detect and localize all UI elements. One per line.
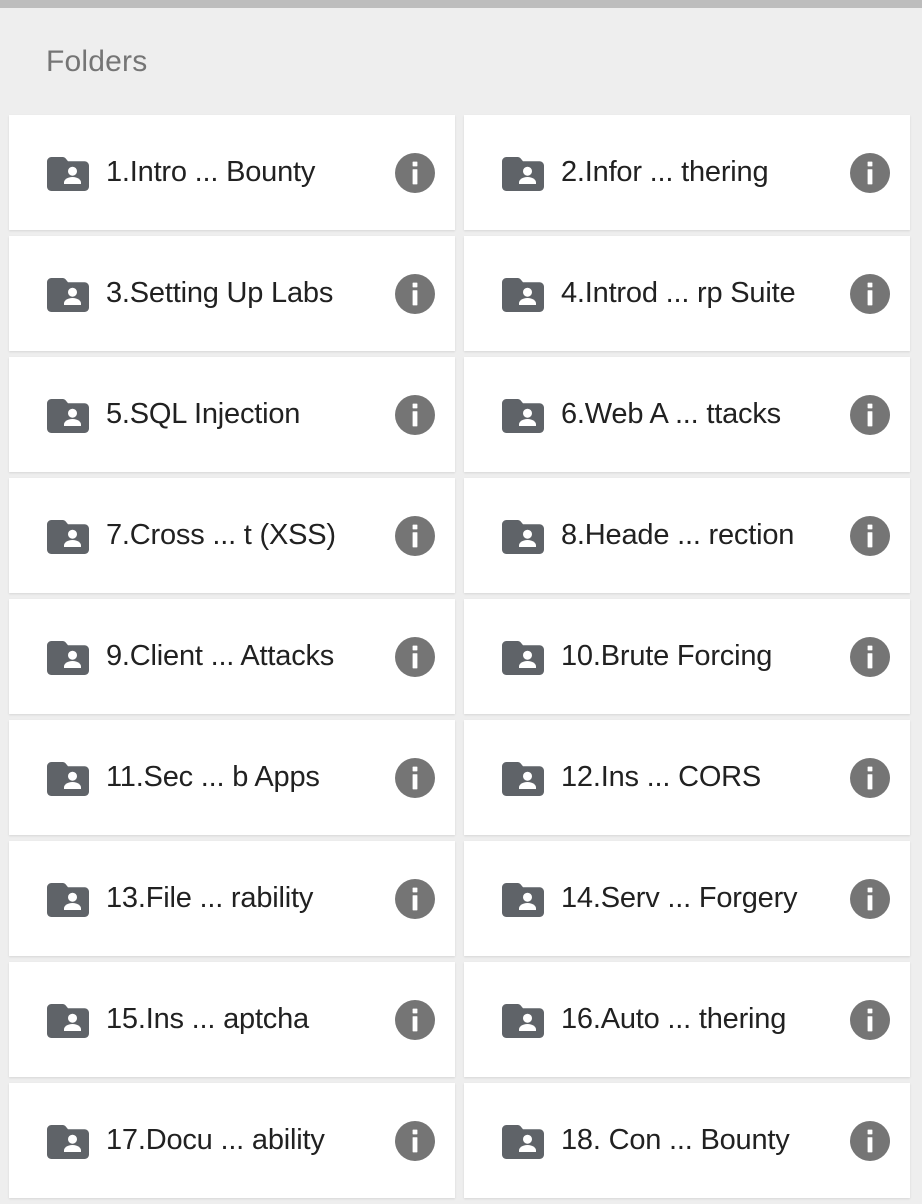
info-circle-icon[interactable] [395, 636, 435, 677]
info-circle-icon[interactable] [850, 1120, 890, 1161]
info-circle-icon[interactable] [395, 878, 435, 919]
folder-label: 17.Docu ... ability [106, 1124, 325, 1156]
shared-folder-icon [502, 519, 544, 554]
shared-folder-icon [502, 1124, 544, 1159]
folder-browser-screen: Folders 1.Intro ... Bounty 2.Infor ... th… [0, 0, 922, 1200]
shared-folder-icon [47, 761, 89, 796]
shared-folder-icon [47, 882, 89, 917]
folder-label: 7.Cross ... t (XSS) [106, 519, 336, 551]
folder-card[interactable]: 4.Introd ... rp Suite [464, 236, 910, 351]
shared-folder-icon [502, 156, 544, 191]
folder-card[interactable]: 11.Sec ... b Apps [9, 720, 455, 835]
shared-folder-icon [47, 640, 89, 675]
info-circle-icon[interactable] [850, 878, 890, 919]
folder-card[interactable]: 12.Ins ... CORS [464, 720, 910, 835]
info-circle-icon[interactable] [395, 273, 435, 314]
folder-card[interactable]: 7.Cross ... t (XSS) [9, 478, 455, 593]
shared-folder-icon [47, 1003, 89, 1038]
folder-card[interactable]: 2.Infor ... thering [464, 115, 910, 230]
folder-label: 14.Serv ... Forgery [561, 882, 798, 914]
info-circle-icon[interactable] [395, 1120, 435, 1161]
folder-label: 12.Ins ... CORS [561, 761, 762, 793]
info-circle-icon[interactable] [850, 394, 890, 435]
info-circle-icon[interactable] [395, 152, 435, 193]
folder-card[interactable]: 5.SQL Injection [9, 357, 455, 472]
info-circle-icon[interactable] [395, 757, 435, 798]
folder-card[interactable]: 3.Setting Up Labs [9, 236, 455, 351]
folder-label: 2.Infor ... thering [561, 156, 769, 188]
folder-label: 10.Brute Forcing [561, 640, 773, 672]
info-circle-icon[interactable] [850, 515, 890, 556]
folder-card[interactable]: 15.Ins ... aptcha [9, 962, 455, 1077]
folder-card[interactable]: 10.Brute Forcing [464, 599, 910, 714]
folder-label: 9.Client ... Attacks [106, 640, 335, 672]
shared-folder-icon [47, 398, 89, 433]
folder-label: 11.Sec ... b Apps [106, 761, 320, 793]
shared-folder-icon [47, 519, 89, 554]
info-circle-icon[interactable] [850, 636, 890, 677]
folder-label: 5.SQL Injection [106, 398, 301, 430]
folder-card[interactable]: 9.Client ... Attacks [9, 599, 455, 714]
folder-label: 3.Setting Up Labs [106, 277, 334, 309]
status-bar-strip [0, 0, 922, 8]
folder-card[interactable]: 1.Intro ... Bounty [9, 115, 455, 230]
folder-label: 8.Heade ... rection [561, 519, 795, 551]
shared-folder-icon [47, 156, 89, 191]
folder-card[interactable]: 14.Serv ... Forgery [464, 841, 910, 956]
shared-folder-icon [47, 277, 89, 312]
info-circle-icon[interactable] [395, 515, 435, 556]
folder-label: 1.Intro ... Bounty [106, 156, 316, 188]
shared-folder-icon [502, 882, 544, 917]
folder-label: 15.Ins ... aptcha [106, 1003, 309, 1035]
info-circle-icon[interactable] [850, 757, 890, 798]
folder-grid: 1.Intro ... Bounty 2.Infor ... thering 3.S… [9, 115, 912, 1204]
page-title: Folders [46, 44, 148, 78]
folder-label: 4.Introd ... rp Suite [561, 277, 796, 309]
folder-label: 13.File ... rability [106, 882, 314, 914]
shared-folder-icon [502, 398, 544, 433]
info-circle-icon[interactable] [850, 999, 890, 1040]
info-circle-icon[interactable] [395, 394, 435, 435]
folder-card[interactable]: 17.Docu ... ability [9, 1083, 455, 1198]
info-circle-icon[interactable] [850, 273, 890, 314]
folder-card[interactable]: 8.Heade ... rection [464, 478, 910, 593]
folder-label: 6.Web A ... ttacks [561, 398, 781, 430]
shared-folder-icon [502, 761, 544, 796]
folders-section-header: Folders [0, 8, 922, 115]
folder-card[interactable]: 18. Con ... Bounty [464, 1083, 910, 1198]
shared-folder-icon [502, 640, 544, 675]
folder-card[interactable]: 6.Web A ... ttacks [464, 357, 910, 472]
folder-card[interactable]: 16.Auto ... thering [464, 962, 910, 1077]
folder-label: 18. Con ... Bounty [561, 1124, 790, 1156]
info-circle-icon[interactable] [395, 999, 435, 1040]
shared-folder-icon [502, 277, 544, 312]
folder-card[interactable]: 13.File ... rability [9, 841, 455, 956]
info-circle-icon[interactable] [850, 152, 890, 193]
shared-folder-icon [502, 1003, 544, 1038]
shared-folder-icon [47, 1124, 89, 1159]
folder-label: 16.Auto ... thering [561, 1003, 787, 1035]
